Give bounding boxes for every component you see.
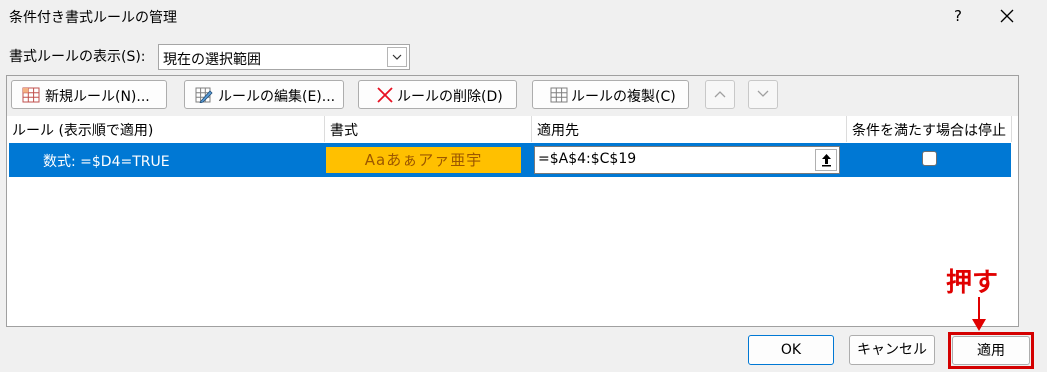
column-header-rule: ルール (表示順で適用) [7, 116, 325, 142]
format-preview: Aaあぁアァ亜宇 [326, 147, 521, 173]
column-header-format: 書式 [325, 116, 532, 142]
help-button[interactable]: ? [944, 2, 972, 30]
close-button[interactable] [993, 2, 1021, 30]
move-down-button[interactable] [748, 80, 778, 109]
rules-panel: 新規ルール(N)... ルールの編集(E)... ルールの削除(D) ルールの複… [6, 75, 1019, 327]
show-rules-label: 書式ルールの表示(S): [9, 49, 146, 65]
close-icon [1000, 9, 1014, 23]
delete-rule-label: ルールの削除(D) [397, 89, 503, 105]
dropdown-button[interactable] [387, 47, 407, 67]
show-rules-value: 現在の選択範囲 [163, 52, 261, 68]
cancel-button[interactable]: キャンセル [849, 335, 935, 365]
delete-icon [377, 87, 393, 103]
apply-button[interactable]: 適用 [952, 336, 1030, 365]
title-bar: 条件付き書式ルールの管理 ? [0, 0, 1047, 32]
duplicate-icon [550, 87, 568, 103]
new-rule-label: 新規ルール(N)... [45, 89, 150, 105]
duplicate-rule-button[interactable]: ルールの複製(C) [532, 80, 689, 109]
column-header-applies-to: 適用先 [532, 116, 847, 142]
applies-to-value: =$A$4:$C$19 [538, 151, 637, 167]
new-rule-button[interactable]: 新規ルール(N)... [11, 80, 167, 109]
new-rule-icon [22, 87, 40, 103]
column-header-stop-if-true: 条件を満たす場合は停止 [847, 116, 1012, 142]
chevron-up-icon [714, 91, 726, 98]
chevron-down-icon [392, 54, 402, 60]
duplicate-rule-label: ルールの複製(C) [571, 89, 676, 105]
delete-rule-button[interactable]: ルールの削除(D) [358, 80, 517, 109]
chevron-down-icon [757, 90, 769, 97]
range-select-button[interactable] [815, 149, 837, 171]
annotation-text: 押す [946, 268, 999, 298]
rules-toolbar: 新規ルール(N)... ルールの編集(E)... ルールの削除(D) ルールの複… [7, 76, 1018, 116]
show-rules-select[interactable]: 現在の選択範囲 [158, 44, 410, 70]
annotation-arrow-icon [972, 297, 986, 331]
dialog-title: 条件付き書式ルールの管理 [9, 10, 177, 26]
edit-rule-icon [195, 87, 213, 103]
ok-button[interactable]: OK [748, 335, 834, 365]
table-row[interactable]: 数式: =$D4=TRUE Aaあぁアァ亜宇 =$A$4:$C$19 [9, 143, 1011, 177]
edit-rule-button[interactable]: ルールの編集(E)... [184, 80, 344, 109]
collapse-range-icon [822, 154, 831, 167]
applies-to-field[interactable]: =$A$4:$C$19 [534, 146, 840, 174]
rule-description: 数式: =$D4=TRUE [43, 154, 170, 170]
edit-rule-label: ルールの編集(E)... [218, 89, 336, 105]
move-up-button[interactable] [705, 80, 735, 109]
stop-if-true-checkbox[interactable] [922, 151, 937, 166]
